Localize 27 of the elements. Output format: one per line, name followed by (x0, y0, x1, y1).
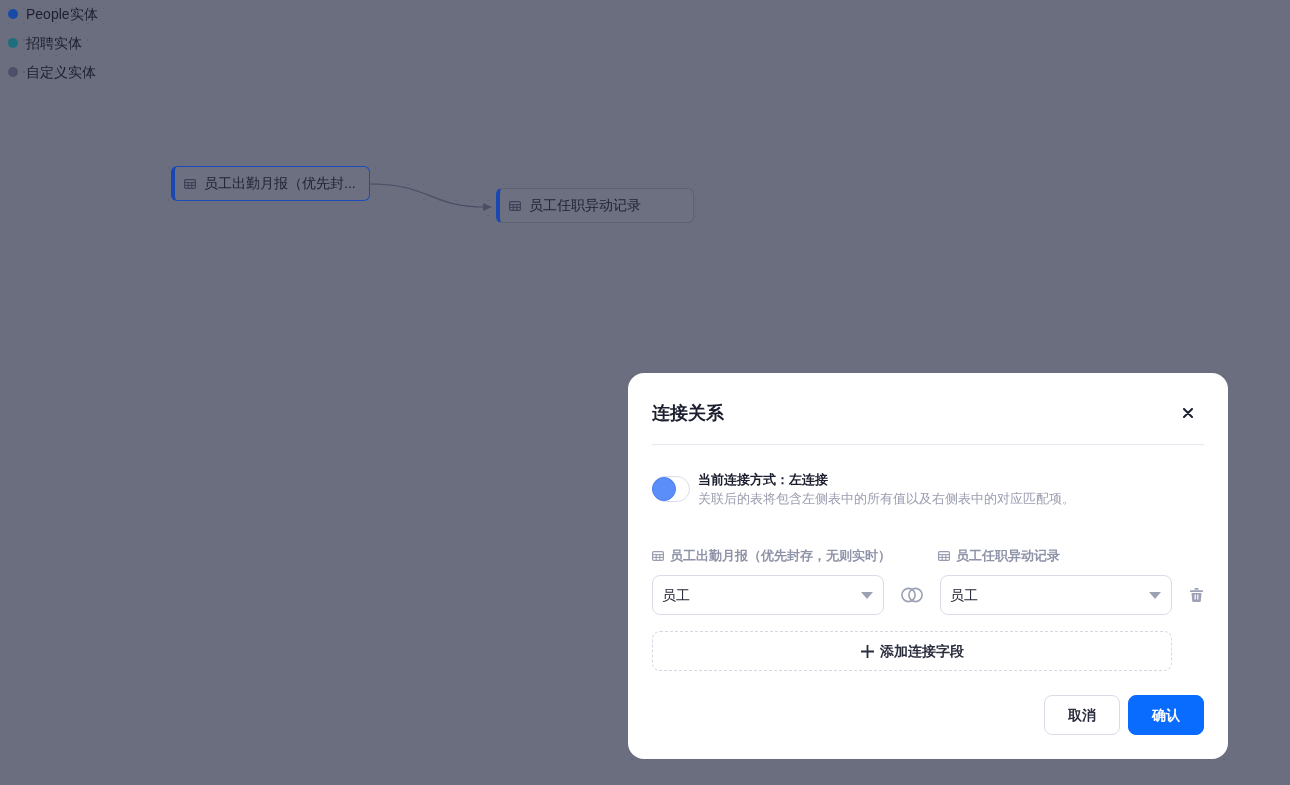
caret-down-icon (861, 591, 873, 599)
legend-label: 自定义实体 (26, 62, 96, 82)
add-field-button[interactable]: 添加连接字段 (652, 631, 1172, 671)
legend-label: People实体 (26, 4, 98, 24)
caret-down-icon (1149, 591, 1161, 599)
trash-icon (1189, 588, 1203, 602)
dialog-title: 连接关系 (652, 402, 724, 425)
join-description: 关联后的表将包含左侧表中的所有值以及右侧表中的对应匹配项。 (698, 490, 1075, 508)
field-select[interactable]: 员工 (940, 575, 1172, 615)
close-icon (1183, 408, 1193, 418)
table-icon (509, 200, 521, 211)
legend-label: 招聘实体 (26, 33, 82, 53)
table-name-label: 员工任职异动记录 (956, 547, 1060, 566)
node-label: 员工出勤月报（优先封... (204, 174, 356, 193)
cancel-button[interactable]: 取消 (1044, 695, 1120, 735)
delete-button[interactable] (1188, 587, 1204, 603)
table-name-label: 员工出勤月报（优先封存，无则实时） (670, 547, 891, 566)
join-mode-label: 当前连接方式：左连接 (698, 471, 829, 489)
field-select[interactable]: 员工 (652, 575, 884, 615)
toggle-switch[interactable] (652, 476, 690, 502)
confirm-button[interactable]: 确认 (1128, 695, 1204, 735)
plus-icon (860, 644, 874, 658)
join-circles-icon (901, 587, 923, 603)
table-icon (184, 178, 196, 189)
table-icon (938, 551, 950, 561)
node-label: 员工任职异动记录 (529, 196, 641, 215)
table-icon (652, 551, 664, 561)
